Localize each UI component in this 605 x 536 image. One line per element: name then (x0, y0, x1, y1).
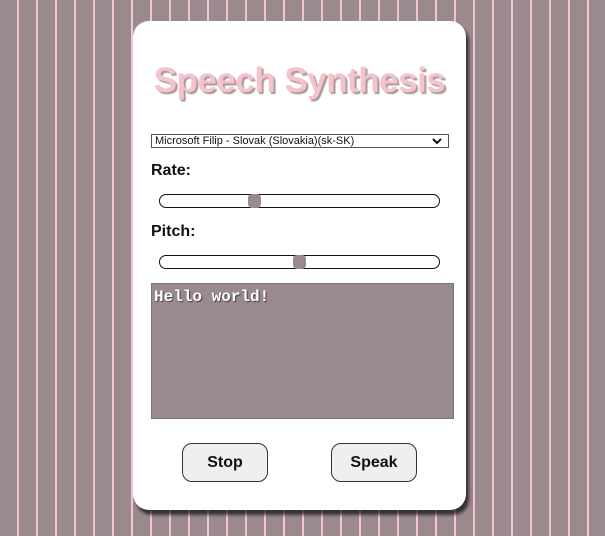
stop-button[interactable]: Stop (182, 443, 268, 482)
pitch-label: Pitch: (151, 223, 196, 240)
rate-label: Rate: (151, 162, 192, 179)
speak-button[interactable]: Speak (331, 443, 417, 482)
pitch-slider-thumb[interactable] (292, 255, 306, 269)
text-input[interactable]: Hello world! (151, 283, 454, 419)
rate-slider[interactable] (159, 194, 440, 208)
pitch-slider[interactable] (159, 255, 440, 269)
voice-select-value: Microsoft Filip - Slovak (Slovakia)(sk-S… (155, 135, 355, 147)
speech-synthesis-card: Speech Synthesis Microsoft Filip - Slova… (133, 21, 466, 510)
page-title: Speech Synthesis (153, 61, 446, 100)
rate-slider-thumb[interactable] (247, 194, 261, 208)
voice-select[interactable]: Microsoft Filip - Slovak (Slovakia)(sk-S… (151, 134, 449, 148)
chevron-down-icon (432, 138, 442, 145)
